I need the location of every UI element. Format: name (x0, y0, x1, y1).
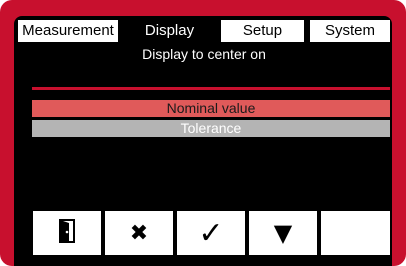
option-nominal-value[interactable]: Nominal value (32, 100, 390, 117)
confirm-button[interactable]: ✓ (177, 211, 245, 255)
tab-setup[interactable]: Setup (221, 20, 304, 42)
tab-measurement[interactable]: Measurement (18, 20, 118, 42)
tab-bar: Measurement Display Setup System (18, 20, 390, 42)
down-arrow-icon: ▼ (273, 219, 293, 247)
softkey-bar: ✖ ✓ ▼ (33, 211, 390, 255)
down-button[interactable]: ▼ (249, 211, 317, 255)
divider (32, 87, 390, 90)
tab-display[interactable]: Display (123, 20, 216, 42)
empty-softkey[interactable] (321, 211, 390, 255)
tab-system[interactable]: System (310, 20, 390, 42)
exit-button[interactable] (33, 211, 101, 255)
exit-door-icon (59, 218, 75, 248)
cancel-button[interactable]: ✖ (105, 211, 173, 255)
option-tolerance[interactable]: Tolerance (32, 120, 390, 137)
page-subtitle: Display to center on (142, 46, 266, 62)
confirm-check-icon: ✓ (198, 215, 224, 251)
cancel-x-icon: ✖ (129, 220, 149, 246)
